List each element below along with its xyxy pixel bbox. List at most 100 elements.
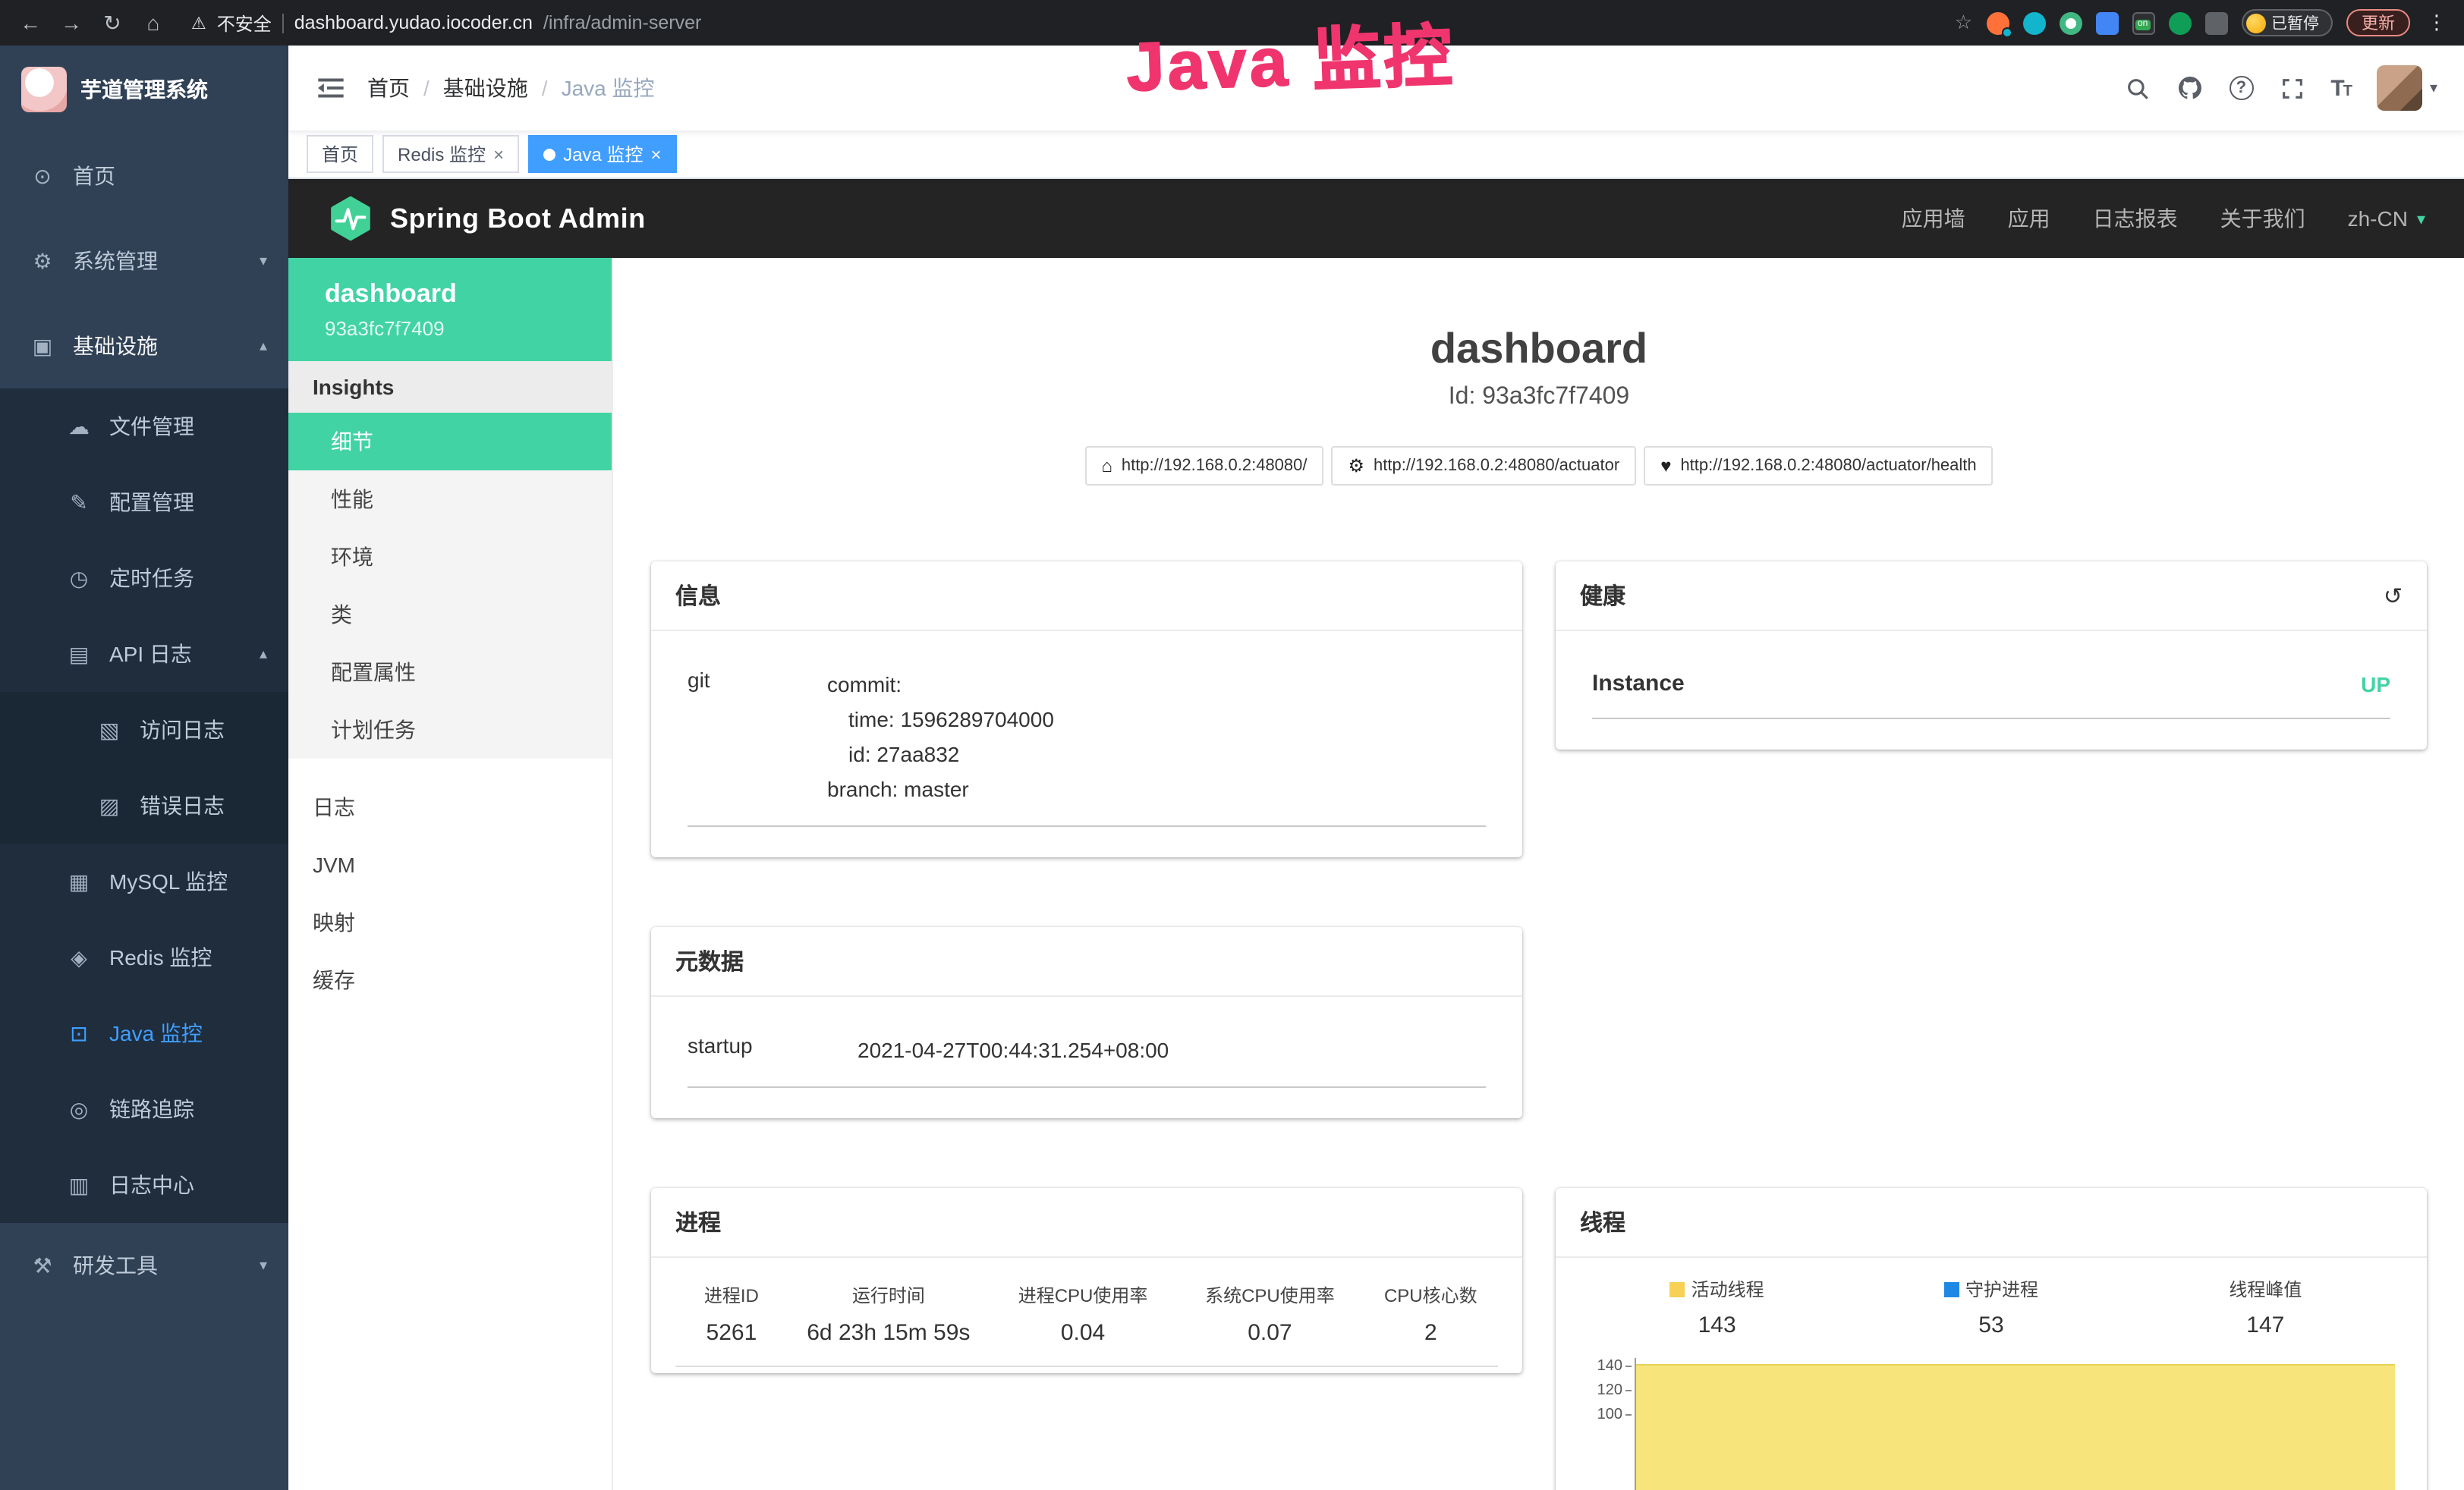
- legend-label: 守护进程: [1965, 1276, 2038, 1302]
- extension-icon-teal[interactable]: [2022, 11, 2045, 34]
- sba-link-applications[interactable]: 应用: [2008, 203, 2050, 234]
- extension-icon-green[interactable]: [2059, 11, 2082, 34]
- sba-link-journal[interactable]: 日志报表: [2093, 203, 2178, 234]
- sidebar-item-log-center[interactable]: ▥ 日志中心: [0, 1147, 288, 1223]
- sidebar-item-config-manage[interactable]: ✎ 配置管理: [0, 464, 288, 540]
- help-icon[interactable]: ?: [2229, 76, 2253, 100]
- cards-grid: 信息 git commit: time: 1596289704000 id: 2…: [613, 561, 2464, 1490]
- address-bar[interactable]: ⚠ 不安全 dashboard.yudao.iocoder.cn/infra/a…: [191, 10, 701, 36]
- sba-item-classes[interactable]: 类: [288, 586, 612, 643]
- sba-item-scheduled-tasks[interactable]: 计划任务: [288, 701, 612, 759]
- font-size-icon[interactable]: TT: [2330, 75, 2351, 101]
- tag-redis-monitor[interactable]: Redis 监控 ×: [382, 135, 519, 173]
- sba-item-logs[interactable]: 日志: [288, 778, 612, 836]
- breadcrumb-home[interactable]: 首页: [367, 73, 410, 103]
- actuator-url-link[interactable]: ⚙ http://192.168.0.2:48080/actuator: [1332, 446, 1637, 486]
- card-title: 线程: [1580, 1206, 1625, 1238]
- reload-icon[interactable]: ↻: [97, 10, 127, 36]
- sba-link-about[interactable]: 关于我们: [2220, 203, 2305, 234]
- active-threads-area: [1636, 1364, 2395, 1490]
- info-card-body: git commit: time: 1596289704000 id: 27aa…: [651, 631, 1522, 857]
- sidebar-item-api-logs[interactable]: ▤ API 日志 ▴: [0, 616, 288, 692]
- extension-icon-leaf[interactable]: [2168, 11, 2191, 34]
- tag-home[interactable]: 首页: [307, 135, 373, 173]
- sidebar-item-error-logs[interactable]: ▨ 错误日志: [0, 768, 288, 844]
- sba-body: dashboard 93a3fc7f7409 Insights 细节 性能 环境…: [288, 258, 2464, 1490]
- sba-link-wallboard[interactable]: 应用墙: [1902, 203, 1965, 234]
- breadcrumb: 首页 / 基础设施 / Java 监控: [367, 73, 655, 103]
- extension-badge: [2001, 27, 2012, 37]
- forward-icon[interactable]: →: [56, 11, 87, 35]
- info-value: commit: time: 1596289704000 id: 27aa832 …: [827, 668, 1054, 807]
- app-window: 芋道管理系统 ⊙ 首页 ⚙ 系统管理 ▾ ▣ 基础设施 ▴ ☁ 文件管理 ✎: [0, 46, 2464, 1490]
- tags-view: 首页 Redis 监控 × Java 监控 ×: [288, 130, 2464, 179]
- paused-badge[interactable]: 已暂停: [2241, 9, 2333, 36]
- app-logo[interactable]: 芋道管理系统: [0, 46, 288, 134]
- search-icon[interactable]: [2124, 75, 2150, 101]
- sidebar-item-label: 研发工具: [73, 1250, 158, 1281]
- github-icon[interactable]: [2176, 74, 2203, 102]
- error-log-icon: ▨: [94, 793, 124, 819]
- sidebar-item-dev-tools[interactable]: ⚒ 研发工具 ▾: [0, 1223, 288, 1308]
- extension-icon-switch[interactable]: on: [2132, 11, 2154, 34]
- tag-label: 首页: [322, 141, 358, 167]
- sidebar-item-java-monitor[interactable]: ⊡ Java 监控: [0, 995, 288, 1071]
- sba-item-config-props[interactable]: 配置属性: [288, 643, 612, 701]
- sba-brand-title[interactable]: Spring Boot Admin: [390, 203, 646, 234]
- sidebar-item-system[interactable]: ⚙ 系统管理 ▾: [0, 218, 288, 303]
- sba-item-caches[interactable]: 缓存: [288, 951, 612, 1009]
- history-icon[interactable]: ↺: [2384, 582, 2403, 609]
- sba-item-mappings[interactable]: 映射: [288, 894, 612, 951]
- document-icon: ▤: [64, 641, 94, 667]
- info-row-git: git commit: time: 1596289704000 id: 27aa…: [688, 643, 1486, 827]
- breadcrumb-infra[interactable]: 基础设施: [443, 73, 528, 103]
- extension-icon-orange[interactable]: [1986, 11, 2009, 34]
- sba-item-details[interactable]: 细节: [288, 413, 612, 470]
- process-card: 进程 进程ID 5261 运行时间: [651, 1188, 1522, 1373]
- process-card-body: 进程ID 5261 运行时间 6d 23h 15m 59s 进程CPU使用率: [651, 1258, 1522, 1373]
- home-icon: ⌂: [1101, 455, 1112, 476]
- sidebar-toggle-icon[interactable]: [316, 73, 346, 103]
- sidebar-item-scheduled-jobs[interactable]: ◷ 定时任务: [0, 540, 288, 616]
- status-badge: UP: [2361, 671, 2390, 696]
- sidebar-item-mysql-monitor[interactable]: ▦ MySQL 监控: [0, 844, 288, 919]
- wrench-icon: ⚙: [1348, 455, 1365, 476]
- process-col: 运行时间 6d 23h 15m 59s: [788, 1267, 990, 1367]
- extension-icon-blue-grid[interactable]: [2095, 11, 2118, 34]
- threads-legend: 活动线程 143 守护进程: [1580, 1258, 2403, 1338]
- fullscreen-icon[interactable]: [2279, 75, 2305, 101]
- bookmark-star-icon[interactable]: ☆: [1955, 11, 1972, 35]
- sidebar-item-file-manage[interactable]: ☁ 文件管理: [0, 388, 288, 464]
- metadata-term: startup: [688, 1033, 858, 1068]
- sidebar-item-label: 配置管理: [109, 487, 194, 517]
- sidebar-item-trace[interactable]: ◎ 链路追踪: [0, 1071, 288, 1147]
- sidebar-item-label: 基础设施: [73, 331, 158, 361]
- close-icon[interactable]: ×: [493, 143, 504, 165]
- sidebar-item-redis-monitor[interactable]: ◈ Redis 监控: [0, 919, 288, 995]
- sba-item-jvm[interactable]: JVM: [288, 836, 612, 894]
- sidebar-item-infra[interactable]: ▣ 基础设施 ▴: [0, 303, 288, 388]
- browser-chrome: ← → ↻ ⌂ ⚠ 不安全 dashboard.yudao.iocoder.cn…: [0, 0, 2464, 46]
- sba-sidebar: dashboard 93a3fc7f7409 Insights 细节 性能 环境…: [288, 258, 613, 1490]
- health-url-link[interactable]: ♥ http://192.168.0.2:48080/actuator/heal…: [1644, 446, 1993, 486]
- close-icon[interactable]: ×: [650, 143, 661, 165]
- git-commit-time: time: 1596289704000: [827, 703, 1054, 737]
- update-button[interactable]: 更新: [2346, 9, 2410, 36]
- locale-select[interactable]: zh-CN ▾: [2348, 206, 2425, 231]
- kebab-menu-icon[interactable]: ⋮: [2424, 11, 2450, 35]
- instance-header[interactable]: dashboard 93a3fc7f7409: [288, 258, 612, 361]
- user-menu[interactable]: ▾: [2377, 65, 2437, 111]
- app-navbar: 首页 / 基础设施 / Java 监控 ?: [288, 46, 2464, 130]
- extension-icon-puzzle[interactable]: [2204, 11, 2227, 34]
- extension-core: [2065, 17, 2075, 28]
- sidebar-item-home[interactable]: ⊙ 首页: [0, 134, 288, 218]
- sba-item-metrics[interactable]: 性能: [288, 470, 612, 528]
- back-icon[interactable]: ←: [15, 11, 46, 35]
- tag-java-monitor[interactable]: Java 监控 ×: [528, 135, 676, 173]
- tools-icon: ⚒: [27, 1253, 58, 1278]
- sidebar-item-access-logs[interactable]: ▧ 访问日志: [0, 692, 288, 768]
- sidebar-item-label: 系统管理: [73, 246, 158, 276]
- instance-url-link[interactable]: ⌂ http://192.168.0.2:48080/: [1084, 446, 1323, 486]
- sba-item-environment[interactable]: 环境: [288, 528, 612, 586]
- home-icon[interactable]: ⌂: [138, 11, 168, 35]
